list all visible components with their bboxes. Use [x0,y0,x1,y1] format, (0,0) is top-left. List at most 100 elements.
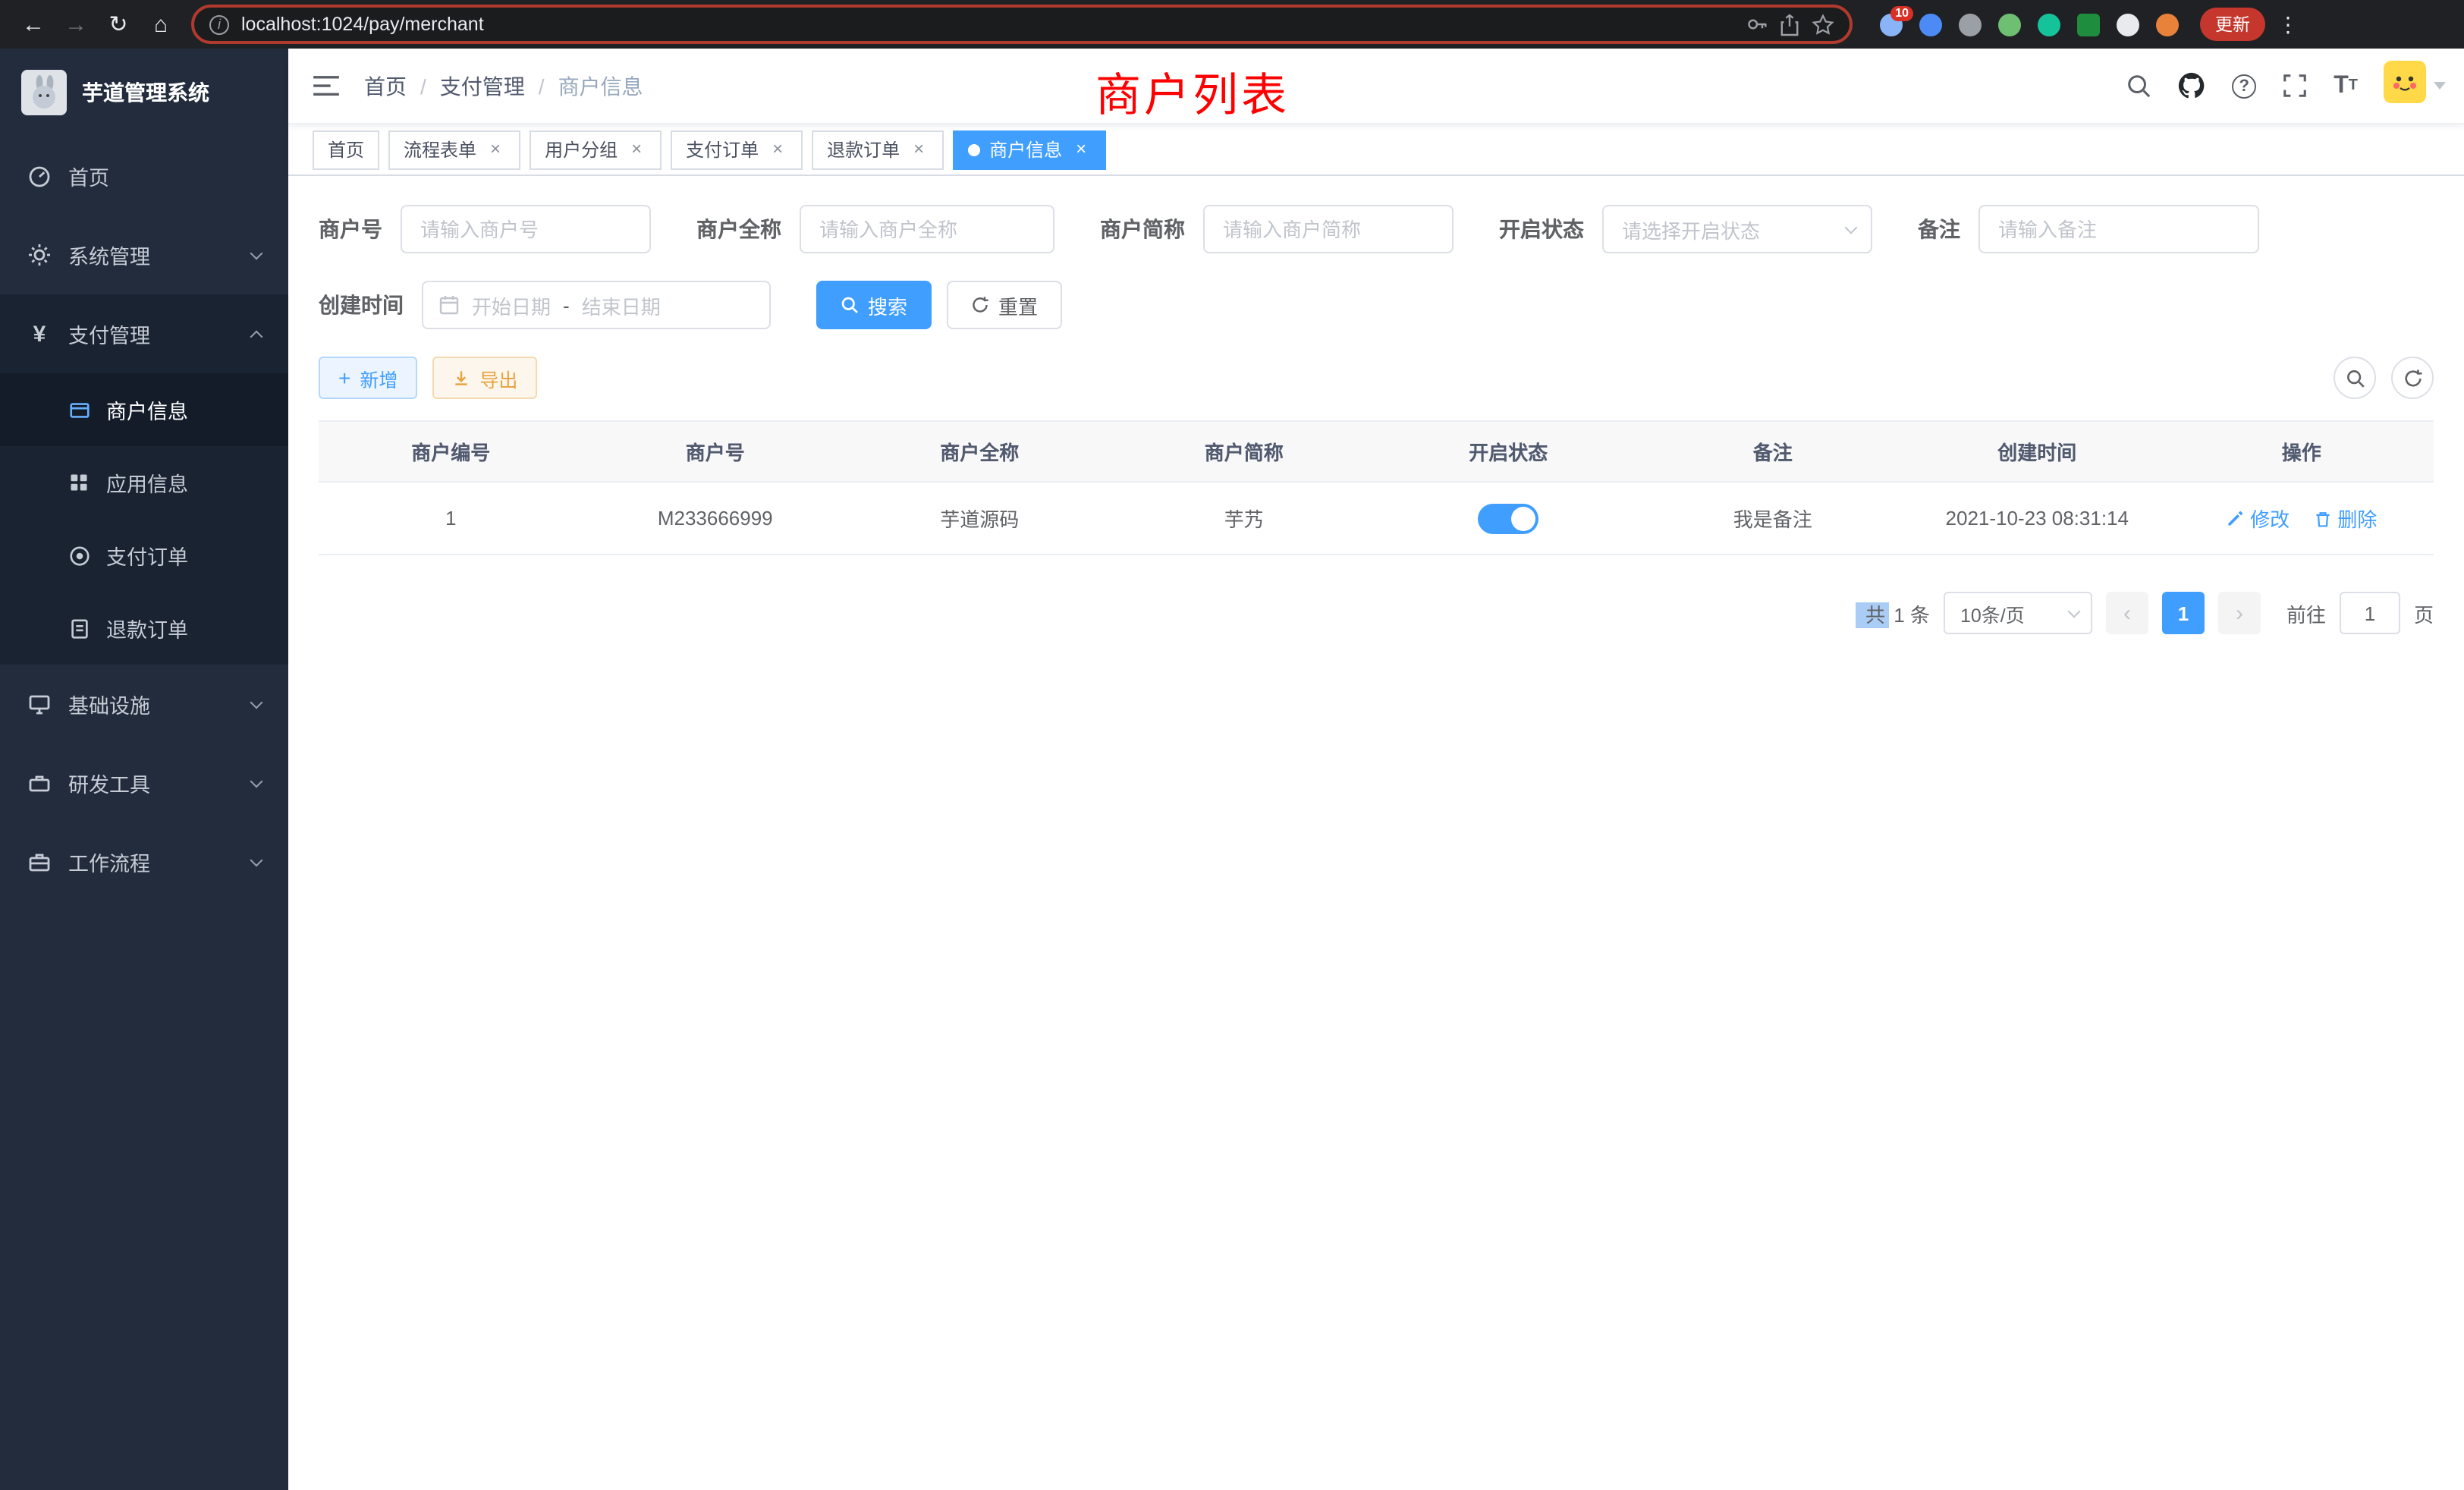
share-icon[interactable] [1780,13,1799,36]
tab-home[interactable]: 首页 [313,130,379,169]
tab-pay-order[interactable]: 支付订单 × [671,130,803,169]
reset-button[interactable]: 重置 [947,281,1062,329]
extension-icon[interactable] [2038,13,2060,36]
sidebar-collapse-icon[interactable] [288,74,364,97]
refresh-table-button[interactable] [2391,357,2434,399]
col-header-actions: 操作 [2170,421,2434,482]
cell-actions: 修改 删除 [2170,482,2434,555]
browser-update-button[interactable]: 更新 [2200,8,2265,41]
password-key-icon[interactable] [1746,14,1768,35]
extension-icon[interactable] [2156,13,2179,36]
sidebar-item-devtools[interactable]: 研发工具 [0,743,288,822]
chevron-down-icon [250,247,263,259]
page-number-button[interactable]: 1 [2162,592,2205,634]
help-icon[interactable]: ? [2232,74,2256,98]
sidebar-item-label: 研发工具 [68,768,150,798]
status-toggle[interactable] [1478,503,1538,533]
close-icon[interactable]: × [768,140,787,159]
breadcrumb-item[interactable]: 首页 [364,71,407,101]
col-header-id: 商户编号 [319,421,583,482]
sidebar-item-workflow[interactable]: 工作流程 [0,822,288,901]
tab-merchant-info[interactable]: 商户信息 × [953,130,1106,169]
remark-input[interactable] [1978,205,2259,253]
user-menu[interactable] [2384,61,2446,111]
col-header-remark: 备注 [1641,421,1906,482]
pagination-total-text: 1 条 [1894,603,1930,626]
target-icon [67,543,91,567]
browser-menu-icon[interactable]: ⋮ [2271,11,2305,37]
search-icon[interactable] [2126,73,2151,99]
col-header-merchant-no: 商户号 [583,421,848,482]
sidebar-item-home[interactable]: 首页 [0,137,288,215]
breadcrumb-separator: / [420,74,426,98]
search-button-label: 搜索 [868,291,907,319]
sidebar-item-payment[interactable]: ¥ 支付管理 [0,294,288,373]
tab-label: 退款订单 [827,137,900,162]
status-select[interactable]: 请选择开启状态 [1602,205,1872,253]
add-button[interactable]: + 新增 [319,357,417,399]
merchant-name-input[interactable] [800,205,1054,253]
sidebar-subitem-label: 退款订单 [106,613,188,643]
site-info-icon[interactable]: i [209,14,229,34]
merchant-no-input[interactable] [401,205,651,253]
tab-user-group[interactable]: 用户分组 × [530,130,662,169]
browser-home-icon[interactable]: ⌂ [143,6,179,42]
filter-row-1: 商户号 商户全称 商户简称 开启状态 请选择开启状态 [319,205,2434,253]
close-icon[interactable]: × [1071,140,1091,159]
toolbox-icon [27,771,52,795]
merchant-short-input[interactable] [1203,205,1454,253]
next-page-button[interactable]: › [2218,592,2261,634]
dashboard-icon [27,164,52,188]
prev-page-button[interactable]: ‹ [2106,592,2148,634]
extension-icon[interactable]: 10 [1880,13,1903,36]
sidebar-group-payment: ¥ 支付管理 商户信息 应用信息 [0,294,288,665]
goto-page-input[interactable] [2340,592,2400,634]
address-bar[interactable]: i localhost:1024/pay/merchant [191,5,1853,44]
browser-back-icon[interactable]: ← [15,6,52,42]
export-button[interactable]: 导出 [432,357,537,399]
sidebar-logo[interactable]: 芋道管理系统 [0,49,288,137]
sidebar-menu: 首页 系统管理 ¥ 支付管理 [0,137,288,901]
sidebar-item-infrastructure[interactable]: 基础设施 [0,665,288,743]
close-icon[interactable]: × [486,140,505,159]
sidebar-subitem-merchant-info[interactable]: 商户信息 [0,373,288,446]
tab-refund-order[interactable]: 退款订单 × [812,130,944,169]
breadcrumb-item-current: 商户信息 [558,71,643,101]
sidebar-subitem-app-info[interactable]: 应用信息 [0,446,288,519]
export-button-label: 导出 [479,363,517,392]
browser-reload-icon[interactable]: ↻ [100,6,137,42]
grid-icon [67,470,91,495]
search-button[interactable]: 搜索 [816,281,932,329]
extension-icon[interactable] [1959,13,1982,36]
bookmark-star-icon[interactable] [1812,13,1834,36]
sidebar-item-system[interactable]: 系统管理 [0,215,288,294]
close-icon[interactable]: × [909,140,929,159]
github-icon[interactable] [2177,71,2206,100]
tab-label: 流程表单 [404,137,476,162]
extension-icon[interactable] [1998,13,2021,36]
extension-icon[interactable] [2077,13,2100,36]
reset-button-label: 重置 [998,291,1038,319]
delete-link[interactable]: 删除 [2313,504,2377,533]
tab-process-form[interactable]: 流程表单 × [388,130,520,169]
toggle-search-button[interactable] [2334,357,2376,399]
edit-link[interactable]: 修改 [2226,504,2290,533]
browser-forward-icon[interactable]: → [58,6,94,42]
close-icon[interactable]: × [627,140,646,159]
page-size-select[interactable]: 10条/页 [1944,592,2092,634]
filter-row-2: 创建时间 开始日期 - 结束日期 搜索 [319,281,2434,329]
sidebar-item-label: 工作流程 [68,847,150,877]
fullscreen-icon[interactable] [2282,73,2308,99]
end-date-placeholder: 结束日期 [582,291,661,319]
breadcrumb-item[interactable]: 支付管理 [440,71,525,101]
create-time-label: 创建时间 [319,290,404,320]
url-text[interactable]: localhost:1024/pay/merchant [241,14,1734,35]
sidebar-subitem-refund-order[interactable]: 退款订单 [0,592,288,665]
sidebar-subitem-pay-order[interactable]: 支付订单 [0,519,288,592]
app-window: 芋道管理系统 首页 系统管理 [0,49,2464,1490]
extension-icon[interactable] [2117,13,2139,36]
font-size-icon[interactable]: TT [2334,74,2358,98]
extension-icon[interactable] [1919,13,1942,36]
edit-icon [2226,509,2244,527]
create-time-range-picker[interactable]: 开始日期 - 结束日期 [422,281,771,329]
